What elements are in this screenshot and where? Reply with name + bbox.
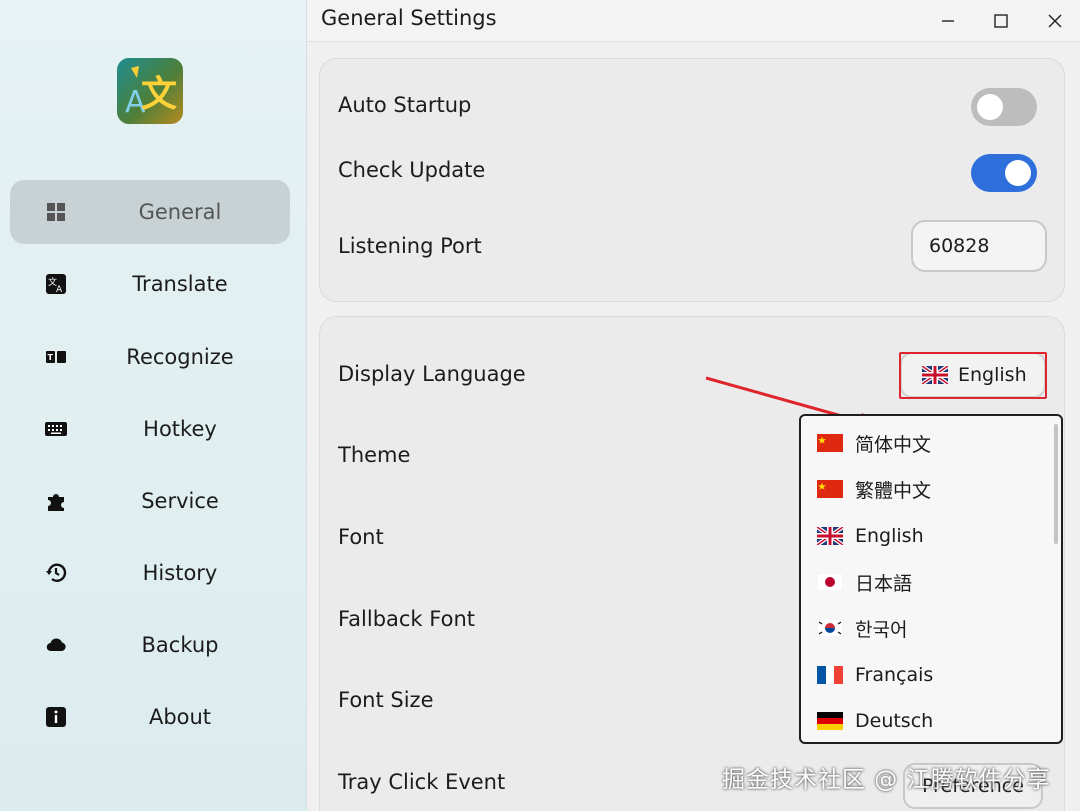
language-option-ko[interactable]: 한국어 [817, 608, 907, 648]
general-settings-card: Auto Startup Check Update Listening Port [319, 58, 1065, 302]
sidebar-item-about[interactable]: About [10, 685, 290, 749]
theme-label: Theme [338, 443, 411, 467]
minimize-button[interactable] [935, 8, 961, 34]
listening-port-label: Listening Port [338, 234, 482, 258]
jp-flag-icon [817, 573, 843, 591]
language-option-de[interactable]: Deutsch [817, 701, 933, 741]
language-option-label: Deutsch [855, 710, 934, 732]
puzzle-icon [44, 489, 68, 513]
svg-text:A: A [56, 285, 63, 295]
de-flag-icon [817, 712, 843, 730]
sidebar-item-recognize[interactable]: T Recognize [10, 325, 290, 389]
listening-port-input[interactable] [911, 220, 1047, 272]
language-dropdown-menu: 简体中文 繁體中文 English 日本語 한국어 Français Deuts… [799, 414, 1063, 744]
sidebar-item-label: Translate [132, 272, 228, 296]
sidebar-item-label: Service [141, 489, 219, 513]
dropdown-scrollbar[interactable] [1054, 424, 1058, 544]
sidebar-item-translate[interactable]: 文A Translate [10, 252, 290, 316]
watermark-text: 掘金技术社区 @ 江腾软件分享 [722, 767, 1051, 793]
text-recognize-icon: T [44, 345, 68, 369]
sidebar-item-label: Hotkey [143, 417, 217, 441]
toggle-knob [977, 94, 1003, 120]
sidebar-item-label: Recognize [126, 345, 234, 369]
grid-icon [44, 200, 68, 224]
cn-flag-icon [817, 434, 843, 452]
close-button[interactable] [1042, 8, 1068, 34]
sidebar: A 文 General 文A Translate T Recognize Hot… [0, 0, 307, 811]
font-size-label: Font Size [338, 688, 434, 712]
sidebar-item-label: General [138, 200, 222, 224]
language-option-label: Français [855, 664, 934, 686]
font-label: Font [338, 525, 384, 549]
language-option-label: English [855, 525, 924, 547]
sidebar-item-history[interactable]: History [10, 541, 290, 605]
language-option-label: 简体中文 [855, 433, 932, 456]
maximize-icon [994, 14, 1008, 28]
language-option-zh-hant[interactable]: 繁體中文 [817, 469, 931, 509]
sidebar-item-backup[interactable]: Backup [10, 613, 290, 677]
translate-icon: 文A [44, 272, 68, 296]
cn-flag-icon [817, 480, 843, 498]
history-icon [44, 561, 68, 585]
sidebar-item-service[interactable]: Service [10, 469, 290, 533]
info-icon [44, 705, 68, 729]
toggle-knob [1005, 160, 1031, 186]
close-icon [1048, 14, 1062, 28]
uk-flag-icon [817, 527, 843, 545]
language-option-label: 繁體中文 [855, 479, 932, 502]
language-option-fr[interactable]: Français [817, 655, 933, 695]
check-update-toggle[interactable] [971, 154, 1037, 192]
sidebar-item-general[interactable]: General [10, 180, 290, 244]
tray-click-event-label: Tray Click Event [338, 770, 506, 794]
check-update-label: Check Update [338, 158, 486, 182]
auto-startup-label: Auto Startup [338, 93, 472, 117]
keyboard-icon [44, 417, 68, 441]
sidebar-item-label: Backup [141, 633, 219, 657]
sidebar-item-label: About [148, 705, 212, 729]
svg-text:T: T [48, 353, 54, 362]
app-logo: A 文 [117, 58, 183, 124]
display-language-label: Display Language [338, 362, 526, 386]
annotation-highlight-box [899, 352, 1047, 399]
language-option-label: 한국어 [855, 618, 908, 641]
sidebar-item-label: History [142, 561, 218, 585]
svg-text:文: 文 [141, 74, 177, 115]
minimize-icon [942, 20, 954, 22]
cloud-icon [44, 633, 68, 657]
kr-flag-icon [817, 619, 843, 637]
window-title: General Settings [321, 6, 497, 30]
maximize-button[interactable] [988, 8, 1014, 34]
fr-flag-icon [817, 666, 843, 684]
language-option-zh-hans[interactable]: 简体中文 [817, 423, 931, 463]
language-option-en[interactable]: English [817, 516, 924, 556]
sidebar-item-hotkey[interactable]: Hotkey [10, 397, 290, 461]
language-option-ja[interactable]: 日本語 [817, 562, 912, 602]
language-option-label: 日本語 [855, 572, 913, 595]
auto-startup-toggle[interactable] [971, 88, 1037, 126]
title-bar: General Settings [307, 0, 1080, 42]
fallback-font-label: Fallback Font [338, 607, 475, 631]
